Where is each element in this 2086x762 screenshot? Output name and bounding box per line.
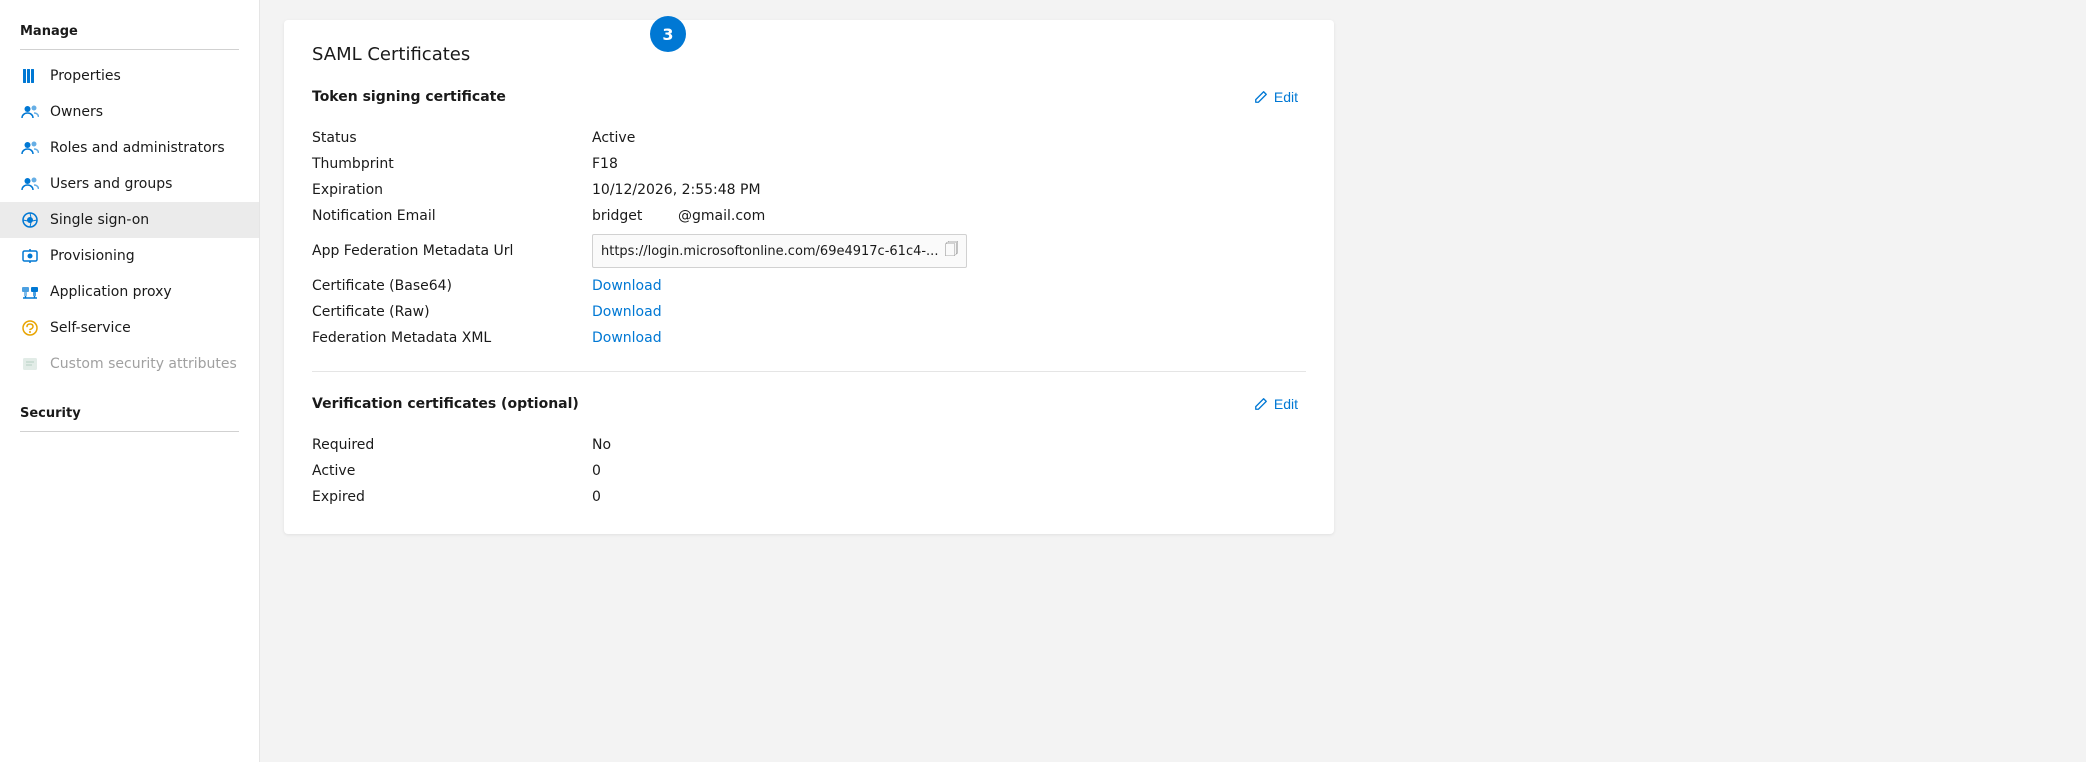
custom-label: Custom security attributes <box>50 356 237 372</box>
cert-base64-download-link[interactable]: Download <box>592 278 662 294</box>
security-divider <box>20 431 239 432</box>
proxy-icon <box>20 282 40 302</box>
required-row: Required No <box>312 432 1306 458</box>
verification-info-table: Required No Active 0 Expired 0 <box>312 432 1306 510</box>
saml-card: SAML Certificates Token signing certific… <box>284 20 1334 534</box>
expiration-row: Expiration 10/12/2026, 2:55:48 PM <box>312 177 1306 203</box>
roles-label: Roles and administrators <box>50 140 225 156</box>
users-icon <box>20 174 40 194</box>
selfservice-label: Self-service <box>50 320 131 336</box>
cert-raw-download-link[interactable]: Download <box>592 304 662 320</box>
notification-email-label: Notification Email <box>312 203 592 229</box>
manage-section-title: Manage <box>0 16 259 45</box>
federation-url-label: App Federation Metadata Url <box>312 229 592 273</box>
sidebar-item-users[interactable]: Users and groups <box>0 166 259 202</box>
sidebar-item-sso[interactable]: Single sign-on <box>0 202 259 238</box>
token-edit-button[interactable]: Edit <box>1246 85 1306 109</box>
thumbprint-label: Thumbprint <box>312 151 592 177</box>
sidebar-item-properties[interactable]: Properties <box>0 58 259 94</box>
verification-edit-pencil-icon <box>1254 397 1268 411</box>
verification-edit-button[interactable]: Edit <box>1246 392 1306 416</box>
provisioning-icon <box>20 246 40 266</box>
status-label: Status <box>312 125 592 151</box>
federation-xml-label: Federation Metadata XML <box>312 325 592 351</box>
cert-raw-label: Certificate (Raw) <box>312 299 592 325</box>
token-section-title: Token signing certificate <box>312 89 506 105</box>
verification-section-header: Verification certificates (optional) Edi… <box>312 392 1306 416</box>
owners-label: Owners <box>50 104 103 120</box>
federation-url-row: App Federation Metadata Url https://logi… <box>312 229 1306 273</box>
required-value: No <box>592 432 1306 458</box>
active-row: Active 0 <box>312 458 1306 484</box>
federation-url-value: https://login.microsoftonline.com/69e491… <box>592 229 1306 273</box>
security-section-title: Security <box>0 398 259 427</box>
url-text: https://login.microsoftonline.com/69e491… <box>601 244 938 259</box>
federation-xml-download[interactable]: Download <box>592 325 1306 351</box>
verification-section-title: Verification certificates (optional) <box>312 396 579 412</box>
federation-xml-download-link[interactable]: Download <box>592 330 662 346</box>
status-value: Active <box>592 125 1306 151</box>
cert-base64-label: Certificate (Base64) <box>312 273 592 299</box>
main-content: SAML Certificates Token signing certific… <box>260 0 2086 762</box>
required-label: Required <box>312 432 592 458</box>
provisioning-label: Provisioning <box>50 248 135 264</box>
selfservice-icon <box>20 318 40 338</box>
sidebar-item-custom[interactable]: Custom security attributes <box>0 346 259 382</box>
cert-raw-row: Certificate (Raw) Download <box>312 299 1306 325</box>
cert-base64-row: Certificate (Base64) Download <box>312 273 1306 299</box>
expiration-value: 10/12/2026, 2:55:48 PM <box>592 177 1306 203</box>
sso-icon <box>20 210 40 230</box>
edit-pencil-icon <box>1254 90 1268 104</box>
step-badge: 3 <box>650 16 686 52</box>
expiration-label: Expiration <box>312 177 592 203</box>
active-value: 0 <box>592 458 1306 484</box>
properties-label: Properties <box>50 68 121 84</box>
token-info-table: Status Active Thumbprint F18 Expiration … <box>312 125 1306 351</box>
expired-label: Expired <box>312 484 592 510</box>
sidebar-item-owners[interactable]: Owners <box>0 94 259 130</box>
owners-icon <box>20 102 40 122</box>
status-row: Status Active <box>312 125 1306 151</box>
cert-base64-download[interactable]: Download <box>592 273 1306 299</box>
sidebar-item-proxy[interactable]: Application proxy <box>0 274 259 310</box>
section-divider <box>312 371 1306 372</box>
expired-row: Expired 0 <box>312 484 1306 510</box>
copy-icon[interactable]: 🗍 <box>944 239 958 263</box>
sso-label: Single sign-on <box>50 212 149 228</box>
card-title: SAML Certificates <box>312 44 1306 65</box>
active-label: Active <box>312 458 592 484</box>
expired-value: 0 <box>592 484 1306 510</box>
url-box[interactable]: https://login.microsoftonline.com/69e491… <box>592 234 967 268</box>
properties-icon <box>20 66 40 86</box>
roles-icon <box>20 138 40 158</box>
notification-email-value: bridget @gmail.com <box>592 203 1306 229</box>
notification-email-row: Notification Email bridget @gmail.com <box>312 203 1306 229</box>
thumbprint-value: F18 <box>592 151 1306 177</box>
manage-divider <box>20 49 239 50</box>
federation-xml-row: Federation Metadata XML Download <box>312 325 1306 351</box>
sidebar: Manage Properties Owners <box>0 0 260 762</box>
sidebar-item-roles[interactable]: Roles and administrators <box>0 130 259 166</box>
cert-raw-download[interactable]: Download <box>592 299 1306 325</box>
thumbprint-row: Thumbprint F18 <box>312 151 1306 177</box>
sidebar-item-selfservice[interactable]: Self-service <box>0 310 259 346</box>
custom-icon <box>20 354 40 374</box>
proxy-label: Application proxy <box>50 284 172 300</box>
token-section-header: Token signing certificate Edit <box>312 85 1306 109</box>
users-label: Users and groups <box>50 176 172 192</box>
sidebar-item-provisioning[interactable]: Provisioning <box>0 238 259 274</box>
